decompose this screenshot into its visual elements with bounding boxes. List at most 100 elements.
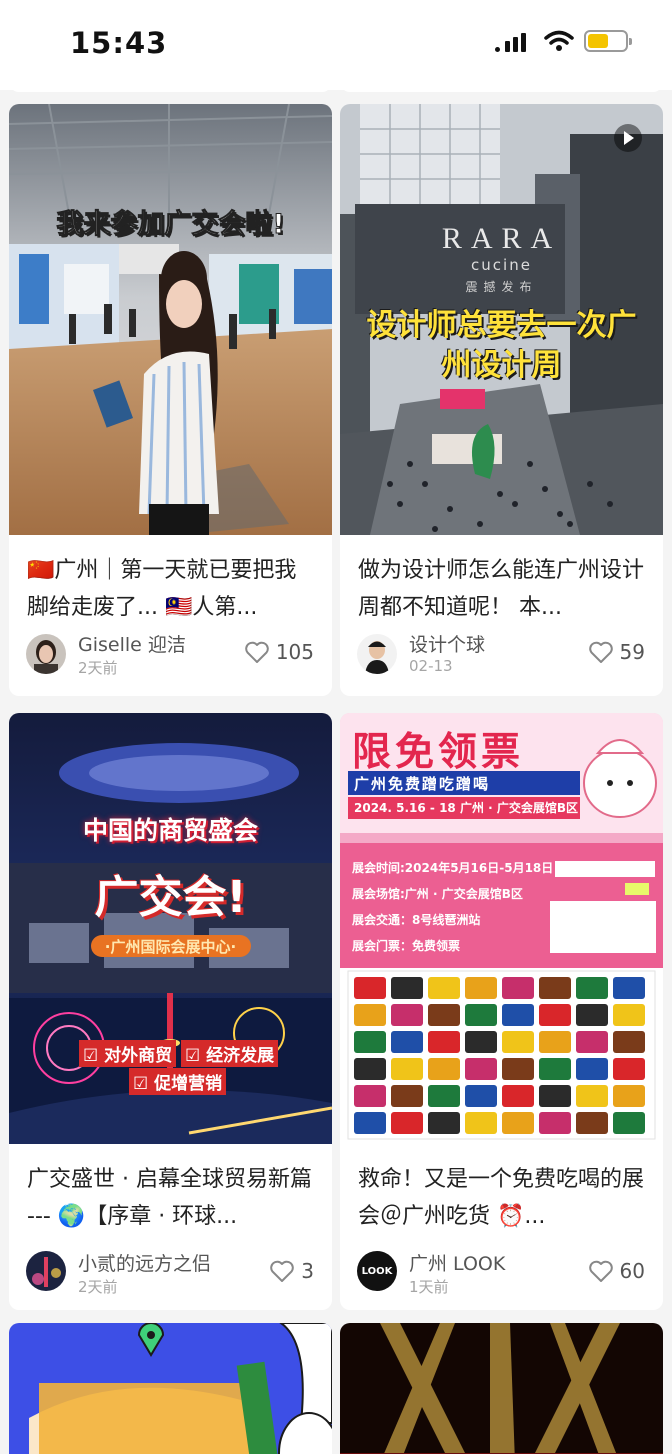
brand-logo <box>465 1112 497 1134</box>
brand-logo <box>391 1058 423 1080</box>
like-button[interactable]: 59 <box>588 640 645 664</box>
brand-logo <box>391 1085 423 1107</box>
brand-logo <box>502 977 534 999</box>
brand-logo <box>539 977 571 999</box>
feed-card[interactable]: RARA cucine 震撼发布 设计师总要去一次广州设计周 做为设计师怎么能连… <box>340 104 663 696</box>
poster-title: 限免领票 <box>352 730 525 775</box>
brand-logo <box>354 1031 386 1053</box>
like-button[interactable]: 60 <box>588 1259 645 1283</box>
like-count: 105 <box>275 640 314 664</box>
expo-hall-photo <box>9 104 332 535</box>
sign-brand-text: RARA <box>441 222 562 255</box>
card-title[interactable]: 救命！又是一个免费吃喝的展会＠广州吃货 ⏰... <box>358 1161 649 1235</box>
brand-logo <box>354 1058 386 1080</box>
brand-logo <box>428 977 460 999</box>
author-avatar[interactable] <box>26 1251 66 1291</box>
sign-sub-text: cucine <box>471 256 532 274</box>
sign-cn-text: 震撼发布 <box>465 280 538 294</box>
brand-logo <box>576 1112 608 1134</box>
cover-overlay-title: 广交会! <box>94 872 247 923</box>
author-name[interactable]: 小贰的远方之侣 <box>78 1249 211 1276</box>
brand-logo <box>576 1031 608 1053</box>
post-date: 1天前 <box>409 1278 449 1296</box>
card-cover-image[interactable] <box>9 1323 332 1454</box>
stage-lights-photo <box>340 1323 663 1454</box>
brand-logo <box>502 1085 534 1107</box>
cover-overlay-text: 中国的商贸盛会 <box>82 816 258 845</box>
card-title[interactable]: 做为设计师怎么能连广州设计周都不知道呢！ 本... <box>358 552 649 626</box>
brand-logo <box>391 1004 423 1026</box>
cover-tag: ☑ 促增营销 <box>129 1068 227 1095</box>
author-avatar[interactable] <box>26 634 66 674</box>
status-bar: 15:43 <box>0 0 672 90</box>
post-date: 02-13 <box>409 657 453 675</box>
like-button[interactable]: 105 <box>244 640 314 664</box>
poster-subtitle: 广州免费蹭吃蹭喝 <box>354 775 491 793</box>
cellular-signal-icon <box>495 30 534 52</box>
post-date: 2天前 <box>78 1278 118 1296</box>
cover-overlay-location: ·广州国际会展中心· <box>104 938 237 956</box>
brand-logo <box>576 1004 608 1026</box>
avatar-text: LOOK <box>361 1265 393 1277</box>
author-avatar[interactable] <box>357 634 397 674</box>
author-name[interactable]: 设计个球 <box>409 630 485 657</box>
heart-icon <box>588 641 613 663</box>
heart-icon <box>270 1260 295 1282</box>
brand-logo <box>613 1004 645 1026</box>
poster-info: 展会场馆:广州 · 广交会展馆B区 <box>352 887 523 901</box>
brand-logo <box>428 1004 460 1026</box>
like-count: 3 <box>301 1259 314 1283</box>
card-cover-image[interactable]: 中国的商贸盛会 广交会! ·广州国际会展中心· ☑ 对外商贸 ☑ 经济发展 ☑ … <box>9 713 332 1144</box>
previous-card-bottom <box>340 90 663 92</box>
feed-card[interactable]: 限免领票 广州免费蹭吃蹭喝 2024. 5.16 - 18 广州 · 广交会展馆… <box>340 713 663 1310</box>
brand-logo <box>428 1058 460 1080</box>
brand-logo <box>354 977 386 999</box>
brand-logo <box>465 1004 497 1026</box>
status-icons <box>495 30 632 52</box>
illustration-cover <box>9 1323 332 1454</box>
author-name[interactable]: Giselle 迎洁 <box>78 630 186 657</box>
brand-logo <box>539 1031 571 1053</box>
author-avatar[interactable]: LOOK <box>357 1251 397 1291</box>
brand-logo <box>391 977 423 999</box>
brand-logo <box>354 1085 386 1107</box>
like-button[interactable]: 3 <box>269 1259 314 1283</box>
feed[interactable]: 我来参加广交会啦! 🇨🇳广州｜第一天就已要把我脚给走废了... 🇲🇾人第... … <box>0 90 672 1454</box>
brand-logo <box>502 1004 534 1026</box>
feed-card[interactable]: 中国的商贸盛会 广交会! ·广州国际会展中心· ☑ 对外商贸 ☑ 经济发展 ☑ … <box>9 713 332 1310</box>
status-time: 15:43 <box>70 26 168 60</box>
author-name[interactable]: 广州 LOOK <box>409 1249 505 1276</box>
previous-card-bottom <box>9 90 332 92</box>
cover-overlay-text: 设计师总要去一次广州设计周 <box>366 308 637 383</box>
card-cover-image[interactable]: 限免领票 广州免费蹭吃蹭喝 2024. 5.16 - 18 广州 · 广交会展馆… <box>340 713 663 1144</box>
feed-card[interactable] <box>9 1323 332 1454</box>
feed-card[interactable]: 我来参加广交会啦! 🇨🇳广州｜第一天就已要把我脚给走废了... 🇲🇾人第... … <box>9 104 332 696</box>
brand-logo <box>613 1058 645 1080</box>
heart-icon <box>245 641 269 663</box>
brand-logo <box>539 1085 571 1107</box>
battery-icon <box>584 30 632 52</box>
card-cover-image[interactable]: RARA cucine 震撼发布 设计师总要去一次广州设计周 <box>340 104 663 535</box>
brand-logo <box>502 1112 534 1134</box>
poster-info: 展会门票：免费领票 <box>352 939 461 953</box>
feed-card[interactable] <box>340 1323 663 1454</box>
post-date: 2天前 <box>78 659 118 677</box>
brand-logo <box>354 1004 386 1026</box>
heart-icon <box>588 1260 613 1282</box>
card-cover-image[interactable]: 我来参加广交会啦! <box>9 104 332 535</box>
card-title[interactable]: 广交盛世 · 启幕全球贸易新篇 --- 🌍【序章 · 环球... <box>27 1161 318 1235</box>
brand-logo <box>428 1031 460 1053</box>
brand-logo <box>613 1085 645 1107</box>
brand-logo <box>539 1112 571 1134</box>
brand-logo <box>502 1031 534 1053</box>
card-title[interactable]: 🇨🇳广州｜第一天就已要把我脚给走废了... 🇲🇾人第... <box>27 552 318 626</box>
like-count: 59 <box>619 640 645 664</box>
brand-logo <box>576 977 608 999</box>
card-cover-image[interactable] <box>340 1323 663 1454</box>
brand-logo <box>576 1085 608 1107</box>
poster-info: 展会时间:2024年5月16日-5月18日 <box>352 861 554 875</box>
cover-tag: ☑ 经济发展 <box>181 1040 279 1067</box>
brand-logo <box>391 1112 423 1134</box>
brand-logo <box>539 1004 571 1026</box>
brand-logo <box>465 1058 497 1080</box>
